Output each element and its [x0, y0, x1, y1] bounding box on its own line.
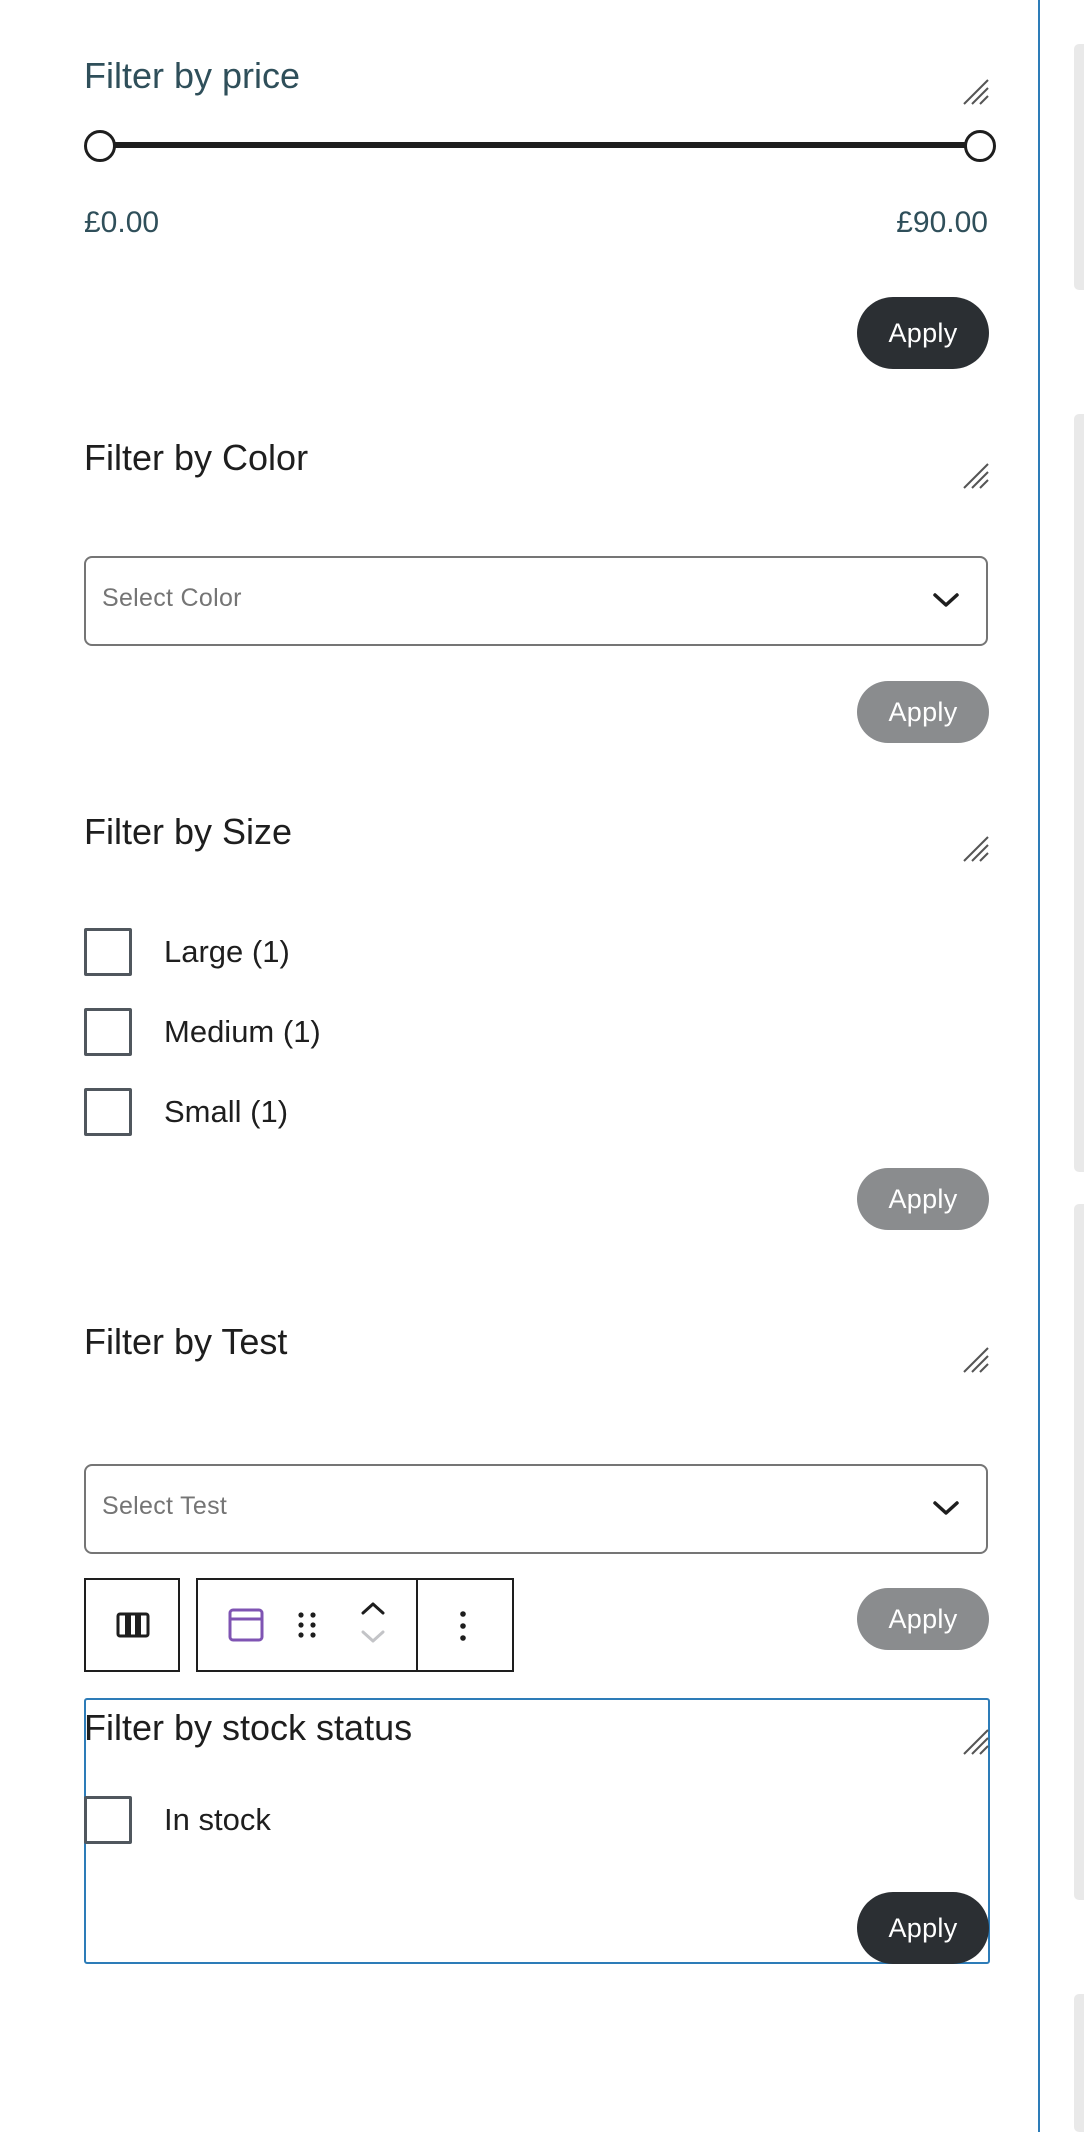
- test-filter-title: Filter by Test: [84, 1321, 288, 1362]
- stock-apply-button[interactable]: Apply: [857, 1892, 989, 1964]
- resize-handle-icon[interactable]: [960, 460, 990, 490]
- move-down-icon: [361, 1630, 385, 1643]
- side-panel-fragment: [1074, 414, 1084, 1172]
- size-filter-title: Filter by Size: [84, 811, 293, 852]
- block-switcher-group: [84, 1578, 180, 1672]
- editor-canvas-edge: [1038, 0, 1040, 2132]
- block-type-button[interactable]: [86, 1580, 178, 1670]
- test-apply-button[interactable]: Apply: [857, 1588, 989, 1650]
- move-up-icon: [361, 1602, 385, 1615]
- stock-option-label: In stock: [164, 1802, 271, 1837]
- size-option-label: Small (1): [164, 1094, 289, 1129]
- chevron-down-icon: [933, 1501, 959, 1515]
- block-tools-group: [196, 1578, 514, 1672]
- size-apply-button[interactable]: Apply: [857, 1168, 989, 1230]
- price-range-slider[interactable]: [84, 130, 996, 162]
- move-up-button[interactable]: [344, 1580, 400, 1625]
- checkbox[interactable]: [84, 1796, 132, 1844]
- move-down-button[interactable]: [344, 1625, 400, 1670]
- color-select[interactable]: Select Color: [84, 556, 988, 646]
- price-min-handle[interactable]: [84, 130, 116, 162]
- block-type-icon: [116, 1612, 150, 1638]
- color-select-placeholder: Select Color: [102, 584, 242, 612]
- side-panel-fragment: [1074, 44, 1084, 290]
- price-filter-title: Filter by price: [84, 55, 301, 96]
- resize-handle-icon[interactable]: [960, 76, 990, 106]
- resize-handle-icon[interactable]: [960, 833, 990, 863]
- price-max-value: £90.00: [896, 206, 988, 239]
- parent-block-icon: [228, 1608, 264, 1642]
- test-select-placeholder: Select Test: [102, 1492, 228, 1520]
- options-button[interactable]: [418, 1580, 512, 1670]
- side-panel-fragment: [1074, 1994, 1084, 2132]
- options-more-icon: [460, 1611, 466, 1641]
- drag-handle-button[interactable]: [282, 1580, 332, 1670]
- price-apply-button[interactable]: Apply: [857, 297, 989, 369]
- price-range-track: [94, 142, 982, 148]
- checkbox[interactable]: [84, 1088, 132, 1136]
- size-option-label: Large (1): [164, 934, 290, 969]
- color-apply-button[interactable]: Apply: [857, 681, 989, 743]
- stock-filter-block-selected[interactable]: Filter by stock status In stock Apply: [84, 1698, 990, 1964]
- price-min-value: £0.00: [84, 206, 160, 239]
- checkbox[interactable]: [84, 928, 132, 976]
- chevron-down-icon: [933, 593, 959, 607]
- test-select[interactable]: Select Test: [84, 1464, 988, 1554]
- side-panel-fragment: [1074, 1204, 1084, 1900]
- color-filter-title: Filter by Color: [84, 437, 309, 478]
- stock-filter-title: Filter by stock status: [84, 1707, 413, 1748]
- resize-handle-icon[interactable]: [960, 1344, 990, 1374]
- size-option-label: Medium (1): [164, 1014, 321, 1049]
- drag-handle-icon: [298, 1612, 316, 1638]
- price-max-handle[interactable]: [964, 130, 996, 162]
- resize-handle-icon[interactable]: [960, 1726, 990, 1756]
- checkbox[interactable]: [84, 1008, 132, 1056]
